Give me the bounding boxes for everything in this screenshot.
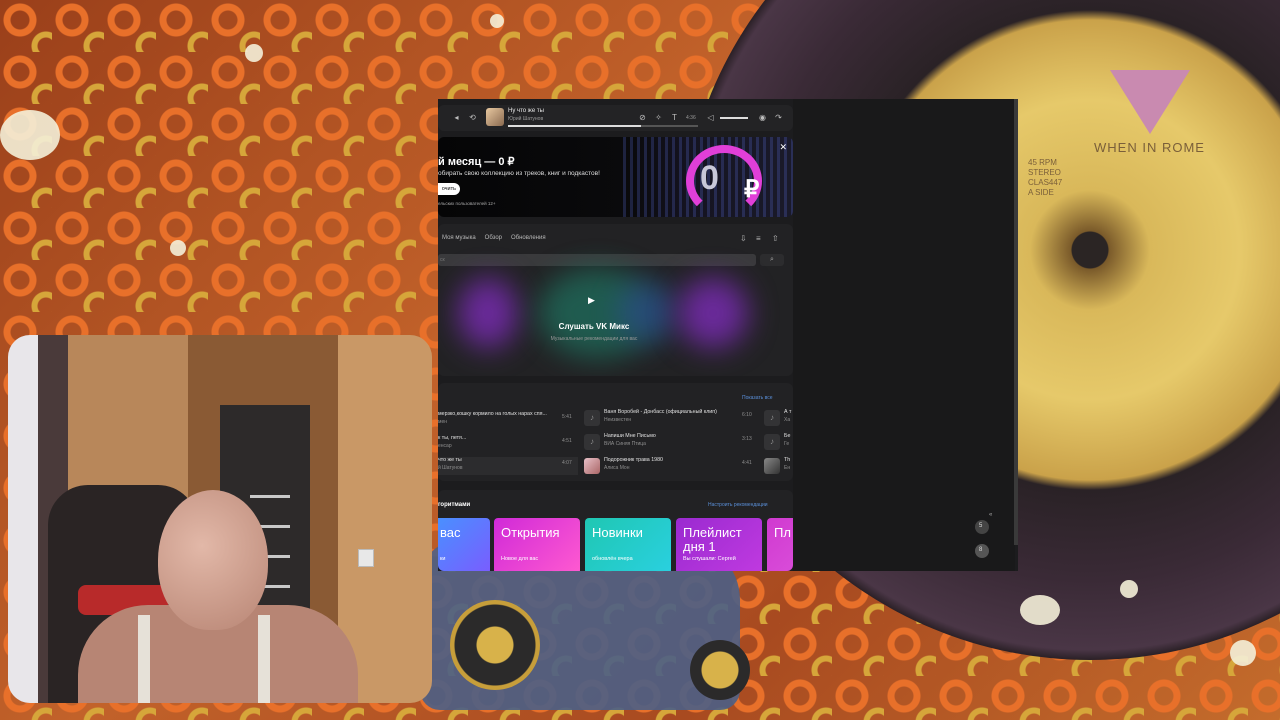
playlist-tile[interactable]: Открытия Новое для вас (494, 518, 580, 571)
progress-bar[interactable] (508, 125, 698, 127)
collapse-icon[interactable]: « (989, 512, 992, 518)
mix-title[interactable]: Слушать VK Микс (438, 322, 750, 331)
banner-headline: й месяц — 0 ₽ (438, 156, 515, 168)
queue-icon[interactable]: ≡ (756, 234, 761, 243)
section-heading: горитмами (438, 502, 471, 508)
banner-fine-print: ельских пользователей 12+ (438, 201, 496, 206)
tab-overview[interactable]: Обзор (485, 235, 502, 241)
player-bar: ◂ ⟲ Ну что же ты Юрий Шатунов ⊘ ✧ T 4:36… (438, 105, 793, 131)
track-row[interactable]: к ты, петя... енсар 4:51 (438, 435, 578, 453)
track-cover-thumb (584, 458, 600, 474)
playlist-tile[interactable]: Новинки обновлён вчера (585, 518, 671, 571)
tabs: Моя музыка Обзор Обновления (442, 235, 546, 241)
track-row-playing[interactable]: что же ты й Шатунов 4:07 (438, 457, 578, 475)
repeat-icon[interactable]: ⟲ (468, 113, 477, 122)
wall-switch (358, 549, 374, 567)
mix-subtitle: Музыкальные рекомендации для вас (550, 336, 638, 342)
banner-subtitle: обирать свою коллекцию из треков, книг и… (438, 170, 600, 177)
track-row[interactable]: ♪ Бе Ге (762, 433, 793, 451)
track-row[interactable]: Тh Ен (762, 457, 793, 475)
volume-slider[interactable] (720, 117, 748, 119)
car-wheel (450, 600, 540, 690)
empty-pane (793, 99, 1015, 571)
play-icon[interactable]: ▶ (588, 295, 600, 307)
broadcast-icon[interactable]: ◉ (758, 113, 767, 122)
track-cover-thumb (764, 458, 780, 474)
tab-my-music[interactable]: Моя музыка (442, 235, 476, 241)
track-row[interactable]: мерзко,кошку кормило на голых нарах спя.… (438, 411, 578, 429)
music-note-icon: ♪ (584, 434, 600, 450)
banner-try-button[interactable]: очить (438, 183, 460, 195)
track-row[interactable]: ♪ Напиши Мне Письмо ВИА Синяя Птица 3:13 (582, 433, 757, 451)
show-all-link[interactable]: Показать все (742, 395, 773, 401)
promo-currency: ₽ (744, 176, 760, 203)
promo-banner: 0 ₽ й месяц — 0 ₽ обирать свою коллекцию… (438, 137, 793, 217)
vk-mix[interactable]: ▶ Слушать VK Микс Музыкальные рекомендац… (438, 268, 793, 376)
playlist-tile[interactable]: Пл дн (767, 518, 793, 571)
music-note-icon: ♪ (764, 410, 780, 426)
search-input[interactable]: ск (438, 254, 756, 266)
track-row[interactable]: Подорожник трава 1980 Алиса Мон 4:41 (582, 457, 757, 475)
dislike-icon[interactable]: ⊘ (638, 113, 647, 122)
record-label: WHEN IN ROME (1094, 140, 1205, 155)
vk-music-window: ◂ ⟲ Ну что же ты Юрий Шатунов ⊘ ✧ T 4:36… (438, 99, 1018, 571)
search-icon[interactable]: ⌕ (760, 254, 784, 266)
music-note-icon: ♪ (584, 410, 600, 426)
track-time: 4:36 (686, 115, 696, 121)
scrollbar[interactable] (1014, 99, 1018, 545)
algorithms-card: горитмами Настроить рекомендации вас ки О… (438, 490, 793, 571)
upload-icon[interactable]: ⇧ (772, 234, 779, 243)
record-logo (1110, 70, 1190, 134)
track-title[interactable]: Ну что же ты (508, 108, 544, 114)
lyrics-icon[interactable]: ✧ (654, 113, 663, 122)
share-icon[interactable]: ↷ (774, 113, 783, 122)
car-wheel (690, 640, 750, 700)
text-size-icon[interactable]: T (670, 113, 679, 122)
tab-updates[interactable]: Обновления (511, 235, 546, 241)
music-note-icon: ♪ (764, 434, 780, 450)
webcam-overlay (8, 335, 432, 703)
playlist-tile[interactable]: Плейлист дня 1 Вы слушали: Сергей (676, 518, 762, 571)
playlist-tile[interactable]: вас ки (438, 518, 490, 571)
back-icon[interactable]: ◂ (452, 113, 461, 122)
tracks-card: Показать все мерзко,кошку кормило на гол… (438, 383, 793, 481)
music-main-card: Моя музыка Обзор Обновления ⇩ ≡ ⇧ ск ⌕ ▶… (438, 224, 793, 376)
track-row[interactable]: ♪ Ваня Воробей - Донбасс (официальный кл… (582, 409, 757, 427)
record-small-print: 45 RPM STEREO CLAS447 A SIDE (1028, 158, 1063, 197)
close-icon[interactable]: ✕ (779, 142, 787, 153)
track-artist[interactable]: Юрий Шатунов (508, 116, 543, 122)
promo-zero: 0 (700, 159, 719, 197)
track-row[interactable]: ♪ А т Ха (762, 409, 793, 427)
track-cover[interactable] (486, 108, 504, 126)
volume-icon[interactable]: ◁ (706, 113, 715, 122)
download-icon[interactable]: ⇩ (740, 234, 747, 243)
person-head (158, 490, 268, 630)
configure-recommendations-link[interactable]: Настроить рекомендации (708, 502, 768, 508)
